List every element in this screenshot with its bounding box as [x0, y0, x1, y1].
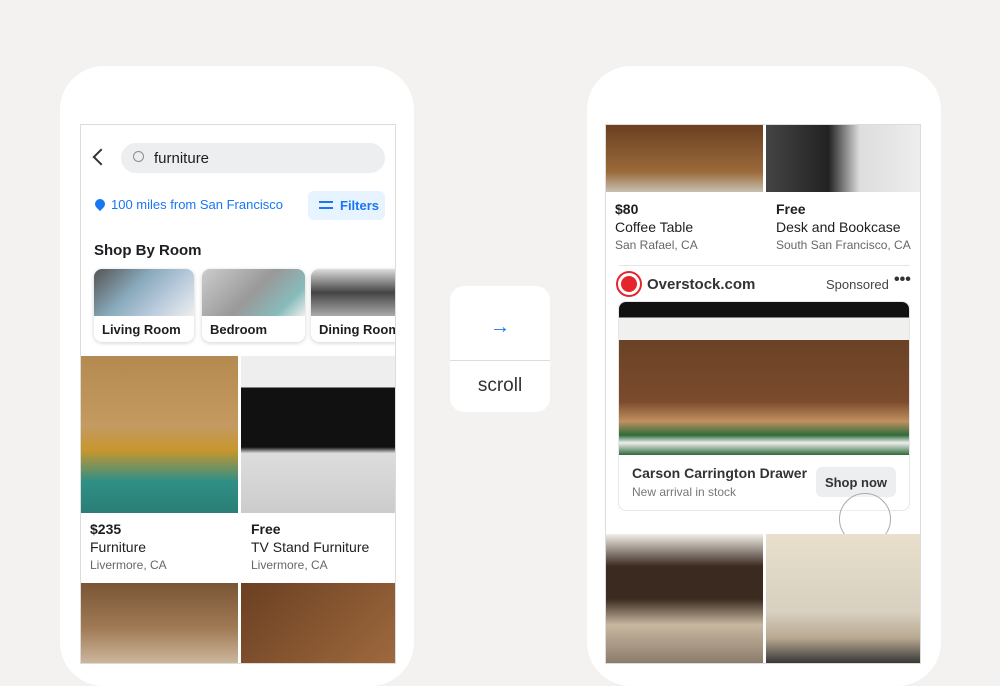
sliders-icon [319, 201, 333, 209]
search-input[interactable]: furniture [121, 143, 385, 173]
listing-title: Desk and Bookcase [776, 219, 901, 235]
listing-title: Furniture [90, 539, 147, 555]
location-pin-icon [92, 196, 108, 212]
search-value: furniture [154, 150, 210, 167]
room-label: Bedroom [210, 322, 268, 337]
scroll-label: scroll [477, 375, 523, 396]
room-card-living-room[interactable]: Living Room [94, 269, 194, 342]
listing-price: Free [776, 201, 806, 217]
ad-image[interactable] [619, 302, 909, 455]
listing-image[interactable] [766, 125, 920, 192]
divider [450, 360, 550, 361]
ad-subtitle: New arrival in stock [632, 485, 737, 499]
more-options-icon[interactable]: ••• [894, 271, 911, 289]
advertiser-name[interactable]: Overstock.com [647, 276, 755, 293]
right-screen: $80 Coffee Table San Rafael, CA Free Des… [605, 124, 921, 664]
ad-title: Carson Carrington Drawer [632, 465, 808, 481]
left-screen: furniture 100 miles from San Francisco F… [80, 124, 396, 664]
listing-image[interactable] [81, 583, 238, 663]
listing-location: San Rafael, CA [615, 238, 698, 252]
section-title: Shop By Room [94, 242, 202, 259]
listing-price: $235 [90, 521, 122, 537]
listing-title: TV Stand Furniture [251, 539, 370, 555]
listing-image[interactable] [241, 356, 395, 513]
ad-card[interactable]: Carson Carrington Drawer New arrival in … [618, 301, 910, 511]
sponsored-label: Sponsored [826, 277, 889, 292]
room-card-bedroom[interactable]: Bedroom [202, 269, 305, 342]
room-label: Living Room [102, 322, 181, 337]
shop-now-button[interactable]: Shop now [816, 467, 896, 497]
listing-location: Livermore, CA [251, 558, 328, 572]
listing-location: Livermore, CA [90, 558, 167, 572]
scroll-hint-card: → scroll [450, 286, 550, 412]
listing-image[interactable] [81, 356, 238, 513]
listing-title: Coffee Table [615, 219, 694, 235]
location-text: 100 miles from San Francisco [111, 197, 283, 212]
room-card-dining-room[interactable]: Dining Room [311, 269, 396, 342]
overstock-logo-icon [618, 273, 640, 295]
filters-button[interactable]: Filters [308, 191, 385, 220]
listing-price: $80 [615, 201, 639, 217]
listing-image[interactable] [606, 125, 763, 192]
search-icon [133, 151, 144, 162]
divider [619, 265, 910, 266]
filters-label: Filters [340, 198, 380, 213]
location-link[interactable]: 100 miles from San Francisco [92, 196, 283, 212]
room-label: Dining Room [319, 322, 396, 337]
listing-image[interactable] [766, 534, 920, 663]
back-icon[interactable] [92, 148, 110, 166]
listing-image[interactable] [606, 534, 763, 663]
arrow-right-icon: → [490, 316, 510, 338]
listing-price: Free [251, 521, 281, 537]
listing-image[interactable] [241, 583, 395, 663]
listing-location: South San Francisco, CA [776, 238, 911, 252]
